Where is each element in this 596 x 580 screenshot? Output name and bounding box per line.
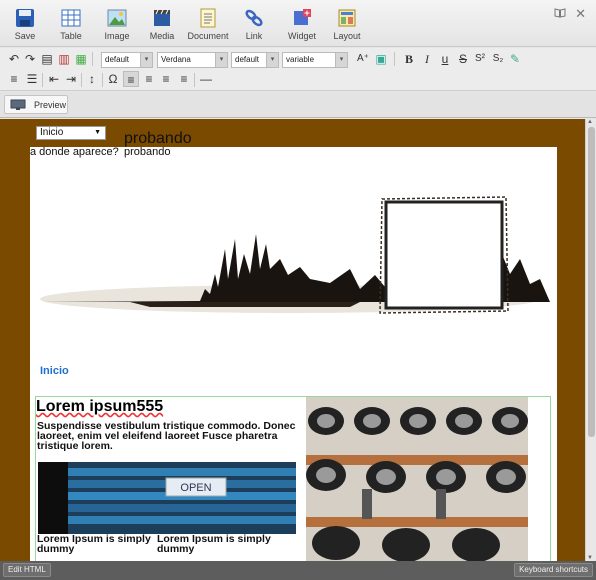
scroll-thumb[interactable] — [588, 127, 595, 437]
preview-label: Preview — [34, 100, 67, 110]
strikethrough-icon[interactable]: S — [455, 51, 471, 67]
chevron-down-icon: ▾ — [266, 53, 278, 67]
ordered-list-icon[interactable]: ≡ — [6, 71, 22, 87]
variable-select[interactable]: variable ▾ — [282, 52, 348, 68]
undo-icon[interactable]: ↶ — [6, 51, 22, 67]
chevron-down-icon: ▾ — [140, 53, 152, 67]
link-icon — [245, 9, 263, 27]
lorem-text-2: Lorem Ipsum is simply dummy — [157, 533, 271, 555]
document-button[interactable]: Document — [184, 8, 232, 46]
bottom-bar: Edit HTML Keyboard shortcuts — [0, 561, 596, 580]
align-left-icon[interactable]: ≡ — [123, 71, 139, 87]
layout-button[interactable]: Layout — [323, 8, 371, 46]
style-value: default — [105, 55, 130, 64]
media-label: Media — [149, 31, 175, 41]
folder-tab-label: OPEN — [180, 482, 211, 494]
underline-icon[interactable]: u — [437, 51, 453, 67]
close-icon[interactable]: ✕ — [575, 6, 586, 22]
menu-dropdown[interactable]: Inicio ▼ — [36, 126, 106, 140]
unordered-list-icon[interactable]: ☰ — [24, 71, 40, 87]
style-select[interactable]: default ▾ — [101, 52, 153, 68]
horizontal-rule-icon[interactable]: — — [198, 71, 214, 87]
widget-icon — [294, 9, 311, 25]
chevron-down-icon: ▼ — [94, 129, 101, 136]
skyline-banner-image[interactable] — [30, 179, 557, 354]
link-label: Link — [245, 31, 263, 41]
outdent-icon[interactable]: ⇤ — [46, 71, 62, 87]
clear-format-icon[interactable]: ✎ — [507, 51, 523, 67]
menu-dropdown-value: Inicio — [40, 127, 64, 138]
lorem-text-1: Lorem Ipsum is simply dummy — [37, 533, 151, 555]
editor-canvas[interactable]: Inicio ▼ probando a donde aparece? proba… — [0, 119, 585, 561]
size-select[interactable]: default ▾ — [231, 52, 279, 68]
paste-text-icon[interactable]: ▥ — [56, 51, 72, 67]
widget-label: Widget — [287, 31, 316, 41]
inicio-link[interactable]: Inicio — [40, 365, 69, 377]
image-label: Image — [104, 31, 130, 41]
question-text: a donde aparece? — [30, 146, 119, 158]
media-icon — [154, 9, 170, 26]
superscript-icon[interactable]: S² — [472, 51, 488, 67]
paste-word-icon[interactable]: ▦ — [73, 51, 89, 67]
paste-icon[interactable]: ▤ — [39, 51, 55, 67]
monitor-icon — [10, 99, 26, 110]
link-button[interactable]: Link — [230, 8, 278, 46]
font-select[interactable]: Verdana ▾ — [157, 52, 228, 68]
preview-button[interactable]: Preview — [4, 95, 68, 114]
file-folders-image[interactable]: OPEN — [38, 462, 296, 534]
save-label: Save — [14, 31, 36, 41]
table-button[interactable]: Table — [47, 8, 95, 46]
layout-icon — [338, 9, 356, 27]
preview-bar: Preview — [0, 92, 596, 118]
variable-value: variable — [286, 55, 315, 64]
content-heading: Lorem ipsum555 — [36, 398, 164, 415]
redo-icon[interactable]: ↷ — [22, 51, 38, 67]
keyboard-shortcuts-button[interactable]: Keyboard shortcuts — [514, 563, 593, 577]
format-toolbar: ↶ ↷ ▤ ▥ ▦ default ▾ Verdana ▾ default ▾ … — [0, 48, 596, 91]
background-color-icon[interactable]: ▣ — [373, 51, 389, 67]
bold-icon[interactable]: B — [401, 51, 417, 67]
book-icon[interactable] — [554, 8, 566, 18]
edit-html-button[interactable]: Edit HTML — [3, 563, 51, 577]
image-icon — [107, 9, 127, 27]
special-char-icon[interactable]: Ω — [105, 71, 121, 87]
document-icon — [200, 8, 216, 28]
chevron-down-icon: ▾ — [215, 53, 227, 67]
line-height-icon[interactable]: ↕ — [84, 71, 100, 87]
layout-label: Layout — [333, 31, 361, 41]
text-color-icon[interactable]: A⁺ — [355, 51, 371, 67]
probando-small-text: probando — [124, 146, 171, 158]
italic-icon[interactable]: I — [419, 51, 435, 67]
scroll-up-icon[interactable]: ▲ — [587, 119, 593, 125]
media-button[interactable]: Media — [138, 8, 186, 46]
align-center-icon[interactable]: ≡ — [141, 71, 157, 87]
subscript-icon[interactable]: S₂ — [490, 51, 506, 67]
content-paragraph: Suspendisse vestibulum tristique commodo… — [37, 420, 296, 452]
vertical-scrollbar[interactable]: ▲ ▼ — [585, 119, 596, 561]
save-button[interactable]: Save — [1, 8, 49, 46]
document-label: Document — [187, 31, 229, 41]
widget-button[interactable]: Widget — [278, 8, 326, 46]
save-icon — [16, 9, 34, 27]
image-button[interactable]: Image — [93, 8, 141, 46]
chevron-down-icon: ▾ — [335, 53, 347, 67]
table-icon — [61, 9, 81, 27]
size-value: default — [235, 55, 260, 64]
table-label: Table — [60, 31, 82, 41]
align-justify-icon[interactable]: ≡ — [176, 71, 192, 87]
font-value: Verdana — [161, 55, 191, 64]
align-right-icon[interactable]: ≡ — [158, 71, 174, 87]
dumbbells-image[interactable] — [306, 397, 528, 561]
main-ribbon: Save Table Image Media Document Link Wid… — [0, 0, 596, 47]
indent-icon[interactable]: ⇥ — [63, 71, 79, 87]
